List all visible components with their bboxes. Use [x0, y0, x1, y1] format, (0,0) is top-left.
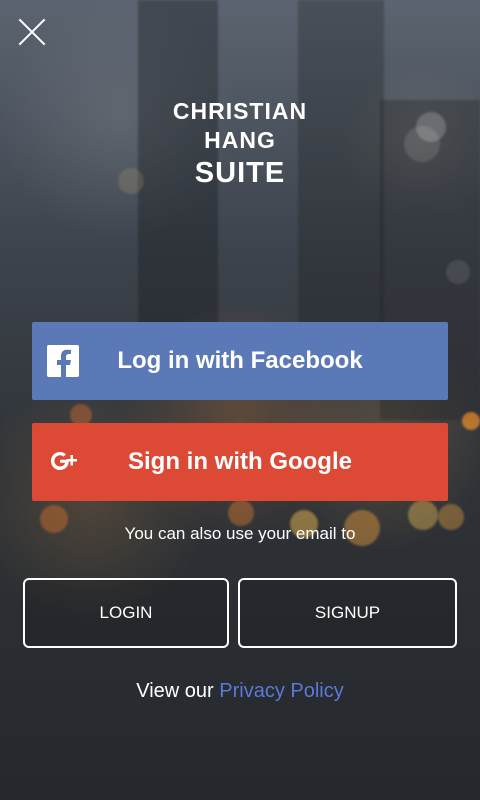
email-option-text: You can also use your email to	[124, 524, 356, 543]
facebook-login-label: Log in with Facebook	[117, 347, 363, 374]
facebook-icon	[47, 345, 79, 377]
privacy-prefix: View our	[136, 680, 214, 702]
google-signin-label: Sign in with Google	[128, 448, 352, 475]
privacy-policy-link[interactable]: Privacy Policy	[219, 680, 343, 702]
close-icon[interactable]	[16, 16, 48, 48]
google-plus-icon	[51, 452, 77, 470]
logo-line-1: CHRISTIAN	[172, 98, 308, 124]
logo-line-3: SUITE	[194, 157, 286, 189]
logo-line-2: HANG	[204, 127, 276, 153]
facebook-login-button[interactable]: Log in with Facebook	[32, 322, 448, 400]
login-button[interactable]: LOGIN	[23, 578, 229, 648]
signup-label: SIGNUP	[314, 603, 381, 622]
google-signin-button[interactable]: Sign in with Google	[32, 423, 448, 501]
login-label: LOGIN	[99, 603, 153, 622]
app-logo: CHRISTIAN HANG SUITE	[0, 98, 480, 190]
privacy-text: View our Privacy Policy	[0, 680, 480, 703]
signup-button[interactable]: SIGNUP	[238, 578, 457, 648]
